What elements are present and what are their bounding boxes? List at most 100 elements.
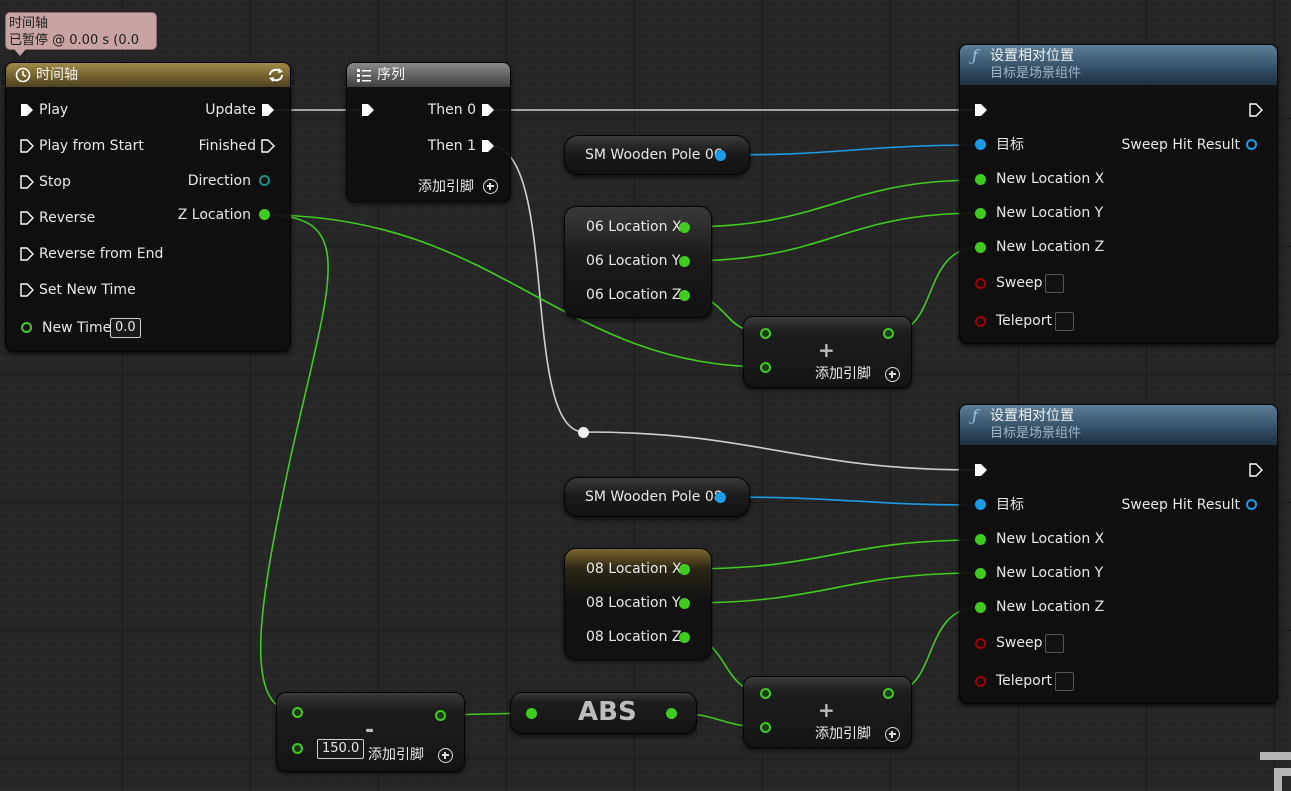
set-loc-1-in-exec-pin[interactable] — [974, 103, 988, 117]
set-loc-2-sweep-hit-pin[interactable] — [1246, 499, 1257, 510]
set-loc-1-sweep-hit-pin[interactable] — [1246, 139, 1257, 150]
then0-exec-pin[interactable] — [481, 103, 495, 117]
pole06-output-pin[interactable] — [715, 150, 726, 161]
set-loc-2-teleport-pin[interactable] — [975, 676, 986, 687]
then1-exec-pin[interactable] — [481, 139, 495, 153]
loc06-z-pin[interactable] — [679, 290, 690, 301]
reverse-from-end-exec-pin[interactable] — [20, 247, 34, 261]
pole08-label: SM Wooden Pole 08 — [585, 489, 723, 505]
float-wire-06y — [684, 212, 981, 262]
reverse-from-end-label: Reverse from End — [39, 246, 164, 262]
add1-output-pin[interactable] — [883, 328, 894, 339]
subtract-value-input[interactable]: 150.0 — [317, 739, 365, 759]
subtract-input-b-pin[interactable] — [292, 743, 303, 754]
add1-add-pin-label[interactable]: 添加引脚 — [815, 365, 871, 383]
set-loc-1-title: 设置相对位置 — [990, 48, 1074, 64]
finished-exec-pin[interactable] — [261, 139, 275, 153]
set-loc-2-sweep-checkbox[interactable] — [1045, 634, 1064, 653]
set-loc-2-y-pin[interactable] — [975, 568, 986, 579]
sequence-title: 序列 — [377, 67, 405, 83]
add2-input-a-pin[interactable] — [760, 688, 771, 699]
set-loc-1-out-exec-pin[interactable] — [1249, 103, 1263, 117]
add2-add-pin-label[interactable]: 添加引脚 — [815, 725, 871, 743]
loc06-y-pin[interactable] — [679, 256, 690, 267]
loc08-x-label: 08 Location X — [586, 561, 682, 577]
add1-add-pin-icon[interactable] — [885, 367, 900, 382]
set-loc-2-out-exec-pin[interactable] — [1249, 463, 1263, 477]
stop-exec-pin[interactable] — [20, 175, 34, 189]
set-loc-2-sweep-pin[interactable] — [975, 638, 986, 649]
new-time-pin[interactable] — [21, 322, 32, 333]
exec-reroute-node[interactable] — [578, 427, 589, 438]
function-icon: ƒ — [972, 406, 978, 425]
loc08-x-pin[interactable] — [679, 564, 690, 575]
set-loc-2-y-label: New Location Y — [996, 565, 1104, 581]
set-loc-1-teleport-pin[interactable] — [975, 316, 986, 327]
add1-input-b-pin[interactable] — [760, 362, 771, 373]
reverse-exec-pin[interactable] — [20, 211, 34, 225]
z-location-pin[interactable] — [259, 209, 270, 220]
set-loc-1-y-pin[interactable] — [975, 208, 986, 219]
update-label: Update — [205, 102, 256, 118]
loc08-y-pin[interactable] — [679, 598, 690, 609]
set-loc-2-z-pin[interactable] — [975, 602, 986, 613]
subtract-input-a-pin[interactable] — [292, 707, 303, 718]
sequence-in-exec-pin[interactable] — [361, 103, 375, 117]
set-loc-1-z-label: New Location Z — [996, 239, 1105, 255]
sequence-add-pin-label[interactable]: 添加引脚 — [418, 178, 474, 196]
set-loc-1-teleport-checkbox[interactable] — [1055, 312, 1074, 331]
timeline-header[interactable]: 时间轴 — [6, 63, 290, 87]
function-icon: ƒ — [972, 46, 978, 65]
tooltip-title: 时间轴 — [9, 16, 49, 31]
add1-input-a-pin[interactable] — [760, 328, 771, 339]
set-loc-1-z-pin[interactable] — [975, 242, 986, 253]
set-loc-2-x-label: New Location X — [996, 531, 1105, 547]
reverse-label: Reverse — [39, 210, 96, 226]
set-loc-1-sweep-pin[interactable] — [975, 278, 986, 289]
set-loc-1-x-pin[interactable] — [975, 174, 986, 185]
set-relative-location-header-1[interactable]: ƒ 设置相对位置 目标是场景组件 — [960, 45, 1277, 85]
set-loc-2-teleport-label: Teleport — [996, 673, 1052, 689]
set-relative-location-node-2[interactable]: ƒ 设置相对位置 目标是场景组件 — [959, 404, 1278, 704]
set-loc-2-sweep-label: Sweep — [996, 635, 1043, 651]
new-time-label: New Time — [42, 320, 112, 336]
z-location-label: Z Location — [177, 207, 251, 223]
add1-operator: + — [818, 338, 835, 362]
set-loc-2-in-exec-pin[interactable] — [974, 463, 988, 477]
play-exec-pin[interactable] — [20, 103, 34, 117]
set-loc-2-x-pin[interactable] — [975, 534, 986, 545]
loc06-z-label: 06 Location Z — [586, 287, 682, 303]
set-loc-2-teleport-checkbox[interactable] — [1055, 672, 1074, 691]
float-wire-08x — [684, 539, 981, 570]
set-loc-2-target-pin[interactable] — [975, 499, 986, 510]
set-loc-1-sweep-checkbox[interactable] — [1045, 274, 1064, 293]
update-exec-pin[interactable] — [261, 103, 275, 117]
set-relative-location-node-1[interactable]: ƒ 设置相对位置 目标是场景组件 — [959, 44, 1278, 344]
sequence-add-pin-icon[interactable] — [483, 179, 498, 194]
add2-output-pin[interactable] — [883, 688, 894, 699]
subtract-add-pin-icon[interactable] — [438, 748, 453, 763]
add2-input-b-pin[interactable] — [760, 722, 771, 733]
set-loc-1-target-pin[interactable] — [975, 139, 986, 150]
clock-icon — [15, 67, 31, 83]
subtract-output-pin[interactable] — [435, 710, 446, 721]
pole08-output-pin[interactable] — [715, 492, 726, 503]
add2-add-pin-icon[interactable] — [885, 727, 900, 742]
loc06-x-pin[interactable] — [679, 222, 690, 233]
sequence-header[interactable]: 序列 — [347, 63, 510, 87]
loc08-z-pin[interactable] — [679, 632, 690, 643]
play-from-start-exec-pin[interactable] — [20, 139, 34, 153]
direction-label: Direction — [187, 173, 251, 189]
set-new-time-label: Set New Time — [39, 282, 136, 298]
set-loc-2-z-label: New Location Z — [996, 599, 1105, 615]
subtract-add-pin-label[interactable]: 添加引脚 — [368, 746, 424, 764]
finished-label: Finished — [198, 138, 256, 154]
set-loc-1-target-label: 目标 — [996, 137, 1024, 153]
set-relative-location-header-2[interactable]: ƒ 设置相对位置 目标是场景组件 — [960, 405, 1277, 445]
abs-output-pin[interactable] — [666, 708, 677, 719]
abs-input-pin[interactable] — [526, 708, 537, 719]
direction-pin[interactable] — [259, 175, 270, 186]
exec-wire-reroute-to-setloc2 — [583, 431, 976, 471]
set-new-time-exec-pin[interactable] — [20, 283, 34, 297]
new-time-input[interactable]: 0.0 — [110, 318, 141, 338]
